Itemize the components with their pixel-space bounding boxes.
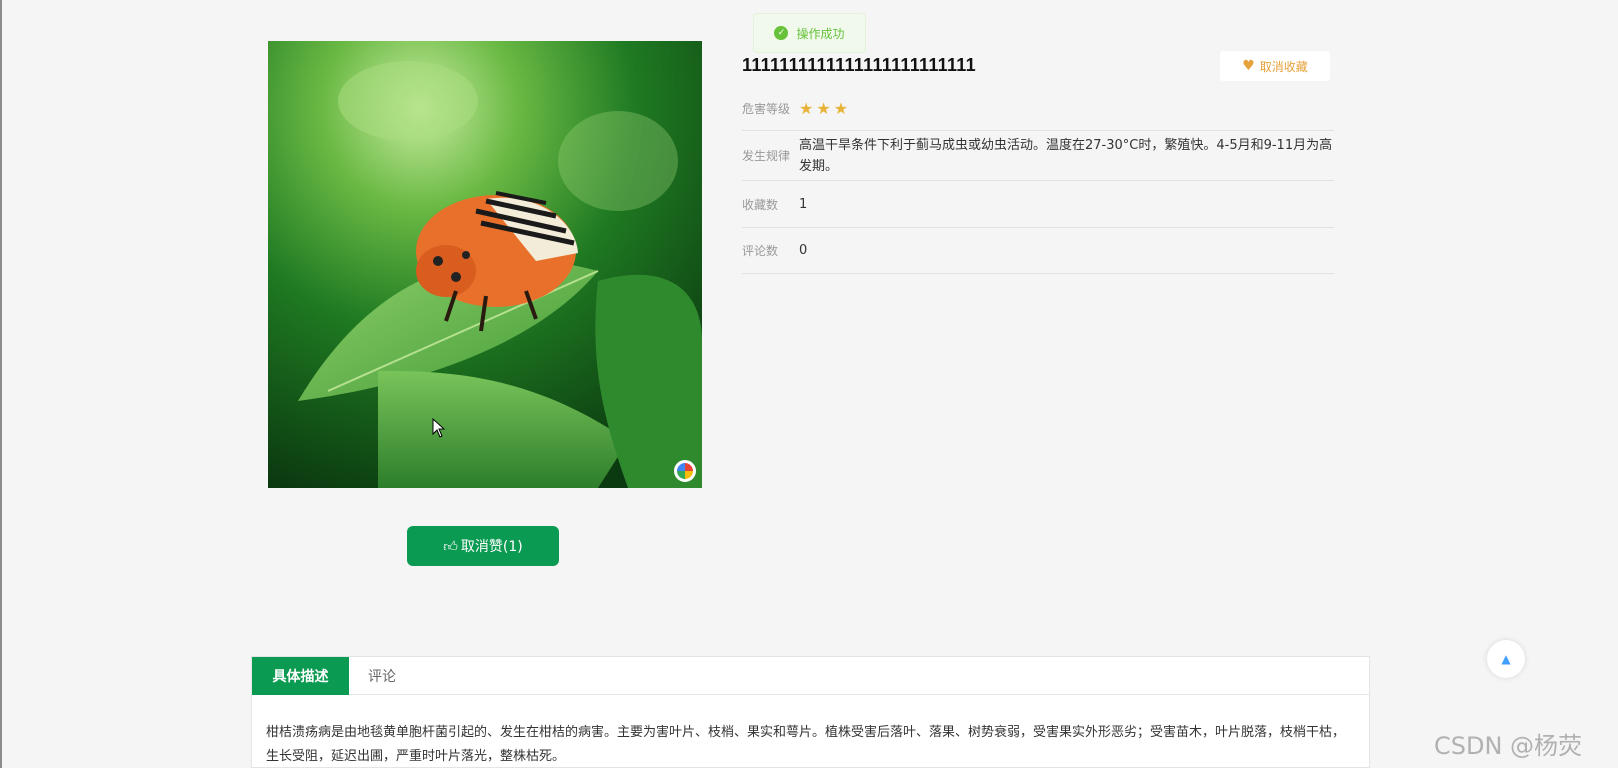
tab-description[interactable]: 具体描述 (252, 657, 349, 695)
detail-tabs: 具体描述 评论 柑桔溃疡病是由地毯黄单胞杆菌引起的、发生在柑桔的病害。主要为害叶… (251, 656, 1370, 768)
pest-title: 1111111111111111111111111 (742, 55, 976, 75)
success-toast: ✓ 操作成功 (753, 13, 866, 53)
info-label: 发生规律 (742, 149, 791, 163)
info-row-comment-count: 评论数 0 (742, 228, 1334, 274)
info-row-level: 危害等级 ★ ★ ★ (742, 87, 1334, 131)
check-circle-icon: ✓ (774, 26, 789, 40)
description-text: 柑桔溃疡病是由地毯黄单胞杆菌引起的、发生在柑桔的病害。主要为害叶片、枝梢、果实和… (266, 725, 1346, 764)
info-label: 危害等级 (742, 102, 791, 116)
unlike-button-label: 取消赞(1) (460, 539, 523, 555)
info-label: 收藏数 (742, 197, 779, 212)
beetle-on-leaf-illustration (268, 41, 702, 488)
caret-up-icon: ▲ (1501, 652, 1511, 666)
info-label: 评论数 (742, 244, 779, 258)
star-icon: ★ (833, 99, 849, 118)
pest-info-table: 危害等级 ★ ★ ★ 发生规律 高温干旱条件下利于蓟马成虫或幼虫活动。温度在27… (742, 87, 1334, 274)
info-row-pattern: 发生规律 高温干旱条件下利于蓟马成虫或幼虫活动。温度在27-30°C时，繁殖快。… (742, 131, 1334, 181)
tab-bar: 具体描述 评论 (252, 657, 1369, 695)
unfavorite-button[interactable]: ♥ 取消收藏 (1220, 51, 1330, 81)
info-value: 0 (799, 243, 808, 258)
star-icon: ★ (799, 99, 814, 118)
browser-logo-icon (674, 460, 696, 482)
back-to-top-button[interactable]: ▲ (1487, 640, 1525, 678)
unfavorite-button-label: 取消收藏 (1259, 59, 1308, 74)
info-value: 1 (799, 196, 808, 212)
thumbs-up-icon: 👍︎ (443, 538, 458, 555)
hazard-level-stars: ★ ★ ★ (799, 98, 1334, 119)
star-icon: ★ (816, 99, 831, 118)
info-row-fav-count: 收藏数 1 (742, 181, 1334, 228)
pest-image (268, 41, 702, 488)
tab-comments[interactable]: 评论 (349, 657, 415, 695)
window-edge (0, 0, 2, 768)
info-value: 高温干旱条件下利于蓟马成虫或幼虫活动。温度在27-30°C时，繁殖快。4-5月和… (799, 137, 1333, 174)
unlike-button[interactable]: 👍︎ 取消赞(1) (407, 526, 559, 566)
watermark-text: CSDN @杨荧 (1434, 732, 1583, 760)
mouse-cursor-icon (432, 418, 446, 438)
heart-icon: ♥ (1242, 58, 1255, 74)
toast-message: 操作成功 (796, 26, 845, 41)
